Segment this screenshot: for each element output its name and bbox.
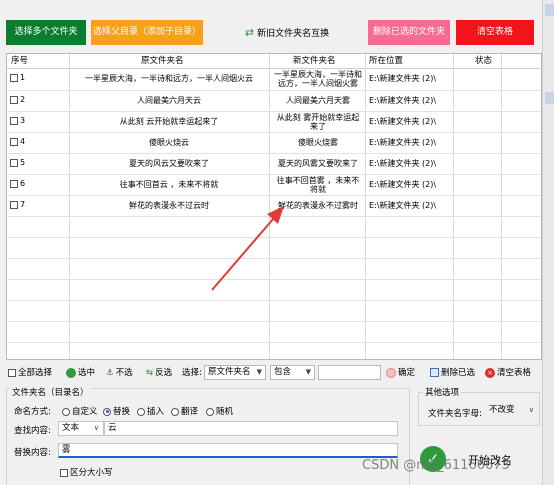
find-label: 查找内容: [14, 426, 51, 436]
checkbox-icon [60, 468, 68, 477]
radio-icon [103, 407, 111, 416]
find-type-dropdown[interactable]: 文本 ∨ [58, 421, 104, 436]
chevron-down-icon: ∨ [528, 406, 534, 414]
letter-case-label: 文件夹名字母: [428, 409, 482, 419]
invert-selection-button[interactable]: ⇆ 反选 [146, 367, 172, 379]
mode-label: 翻译 [181, 407, 199, 417]
delete-icon [430, 368, 439, 377]
delete-selected-button[interactable]: 删除已选 [430, 367, 475, 379]
deselect-button[interactable]: ⚓ 不选 [106, 367, 133, 379]
deselect-label: 不选 [115, 368, 133, 378]
checkbox-icon [8, 368, 16, 377]
replace-label: 替换内容: [14, 448, 51, 458]
radio-icon [171, 407, 179, 416]
delete-selected-label: 删除已选 [441, 368, 476, 378]
letter-case-value: 不改变 [489, 405, 515, 415]
chevron-down-icon: ▼ [305, 368, 311, 376]
mode-label: 替换 [113, 407, 131, 417]
mode-translate-radio[interactable]: 翻译 [171, 405, 198, 417]
check-circle-icon [66, 367, 76, 378]
selection-bar: 全部选择 选中 ⚓ 不选 ⇆ 反选 选择: 原文件夹名 ▼ 包含 ▼ 确定 删除已选 ×… [6, 364, 540, 382]
radio-icon [206, 407, 214, 416]
field-dropdown[interactable]: 原文件夹名 ▼ [204, 365, 266, 380]
select-label: 选中 [78, 368, 96, 378]
replace-input[interactable]: 雾 [58, 443, 398, 458]
mode-insert-radio[interactable]: 插入 [137, 405, 164, 417]
clear-table-small-button[interactable]: × 清空表格 [485, 367, 531, 379]
mode-label: 插入 [147, 407, 165, 417]
condition-dropdown-value: 包含 [274, 367, 292, 377]
select-button[interactable]: 选中 [66, 367, 95, 379]
select-all-checkbox[interactable]: 全部选择 [8, 367, 52, 379]
confirm-label: 确定 [398, 368, 416, 378]
case-sensitive-checkbox[interactable]: 区分大小写 [60, 466, 113, 478]
letter-case-dropdown[interactable]: 不改变 ∨ [486, 404, 536, 419]
mode-custom-radio[interactable]: 自定义 [62, 405, 98, 417]
invert-label: 反选 [155, 368, 173, 378]
other-options-title: 其他选项 [423, 386, 462, 398]
mode-replace-radio[interactable]: 替换 [103, 405, 130, 417]
mode-label: 自定义 [72, 407, 98, 417]
select-field-label: 选择: [182, 368, 202, 378]
select-all-label: 全部选择 [18, 368, 53, 378]
mode-label: 随机 [216, 407, 234, 417]
chevron-down-icon: ▼ [256, 368, 262, 376]
field-dropdown-value: 原文件夹名 [208, 367, 251, 377]
folder-name-title: 文件夹名（目录名） [10, 386, 91, 398]
confirm-button[interactable]: 确定 [386, 367, 415, 379]
confirm-icon [386, 367, 396, 378]
case-sensitive-label: 区分大小写 [70, 468, 113, 478]
naming-mode-label: 命名方式: [14, 407, 51, 417]
radio-icon [62, 407, 70, 416]
invert-icon: ⇆ [146, 368, 154, 378]
find-input[interactable]: 云 [104, 421, 398, 436]
close-circle-icon: × [485, 367, 495, 378]
anchor-icon: ⚓ [106, 368, 114, 378]
clear-table-label: 清空表格 [497, 368, 532, 378]
chevron-down-icon: ∨ [93, 424, 99, 432]
mode-random-radio[interactable]: 随机 [206, 405, 233, 417]
radio-icon [137, 407, 145, 416]
condition-dropdown[interactable]: 包含 ▼ [270, 365, 315, 380]
find-type-value: 文本 [62, 423, 80, 433]
filter-input[interactable] [318, 365, 381, 380]
watermark: CSDN @m0_61166673 [362, 458, 510, 473]
